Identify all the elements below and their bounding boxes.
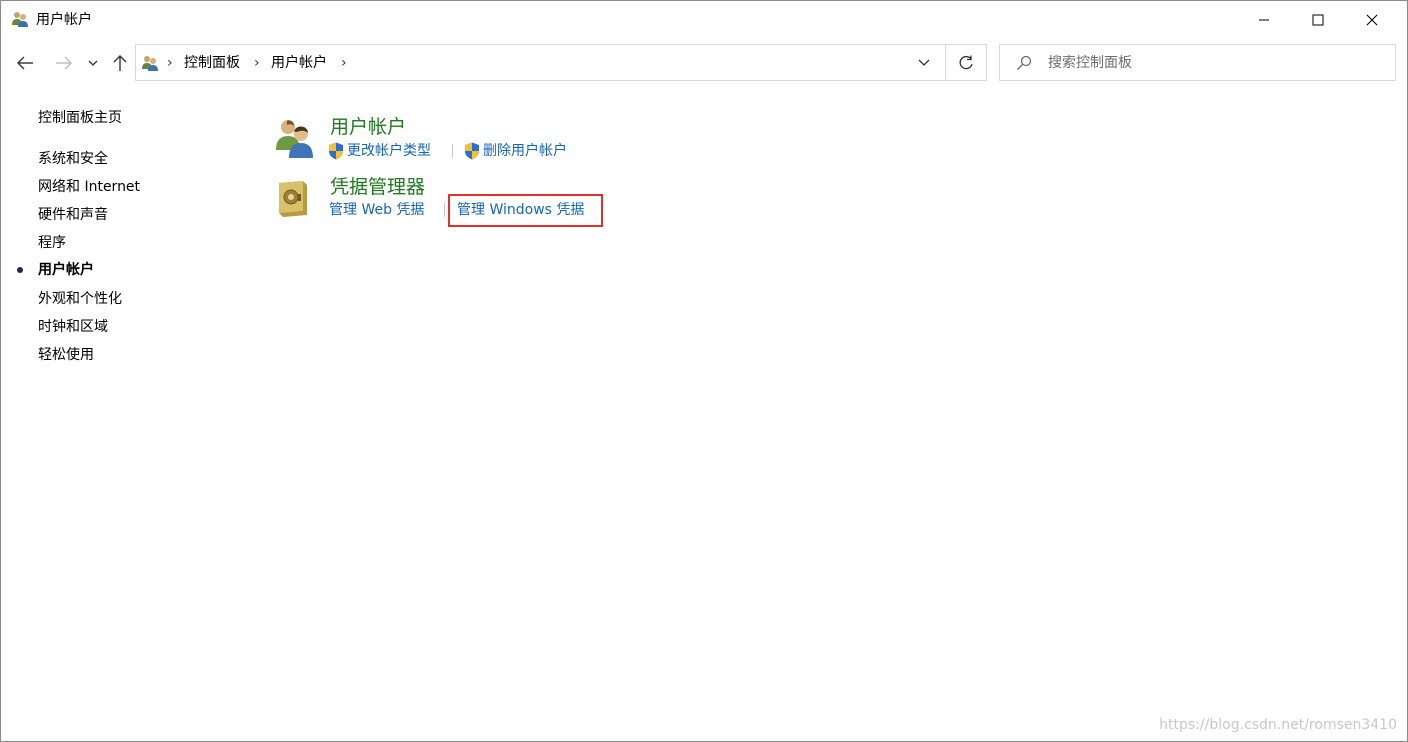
search-icon (1017, 55, 1032, 70)
up-button[interactable] (108, 51, 132, 75)
minimize-button[interactable] (1237, 1, 1291, 39)
task-separator (452, 144, 453, 158)
close-icon (1366, 14, 1378, 26)
breadcrumb-separator[interactable]: › (341, 54, 347, 72)
uac-shield-icon (465, 142, 479, 160)
breadcrumb-user-accounts[interactable]: 用户帐户 (271, 54, 327, 72)
category-title-credential-manager[interactable]: 凭据管理器 (330, 175, 425, 199)
up-arrow-icon (113, 55, 127, 71)
window-title: 用户帐户 (36, 12, 92, 28)
uac-shield-icon (329, 142, 343, 160)
task-label[interactable]: 删除用户帐户 (483, 142, 567, 160)
close-button[interactable] (1345, 1, 1399, 39)
active-item-bullet (17, 267, 23, 273)
chevron-down-icon (918, 59, 930, 66)
search-input[interactable] (1048, 51, 1378, 75)
recent-locations-button[interactable] (83, 51, 103, 75)
back-button[interactable] (13, 51, 37, 75)
refresh-icon (959, 55, 973, 69)
sidebar-item-programs[interactable]: 程序 (38, 233, 66, 253)
sidebar-home-link[interactable]: 控制面板主页 (38, 108, 122, 128)
credential-vault-icon[interactable] (273, 177, 317, 221)
forward-arrow-icon (56, 56, 72, 70)
sidebar-item-system-security[interactable]: 系统和安全 (38, 149, 108, 169)
title-bar: 用户帐户 (1, 1, 1407, 39)
chevron-down-icon (88, 60, 98, 66)
task-manage-web-credentials[interactable]: 管理 Web 凭据 (329, 201, 424, 219)
users-icon[interactable] (273, 116, 317, 160)
category-title-user-accounts[interactable]: 用户帐户 (330, 115, 406, 139)
maximize-button[interactable] (1291, 1, 1345, 39)
breadcrumb-separator[interactable]: › (167, 54, 173, 72)
users-icon (142, 56, 158, 71)
sidebar-item-appearance[interactable]: 外观和个性化 (38, 289, 122, 309)
sidebar-item-ease-of-access[interactable]: 轻松使用 (38, 345, 94, 365)
users-icon (12, 12, 28, 27)
sidebar-item-user-accounts[interactable]: 用户帐户 (38, 260, 94, 280)
task-separator (444, 203, 445, 217)
search-box[interactable] (999, 44, 1396, 81)
control-panel-window: 用户帐户 › 控制面板 › 用户帐户 › 搜索控制面板 控制面板主页 系统和安全… (0, 0, 1408, 742)
watermark-text: https://blog.csdn.net/romsen3410 (1159, 717, 1397, 733)
address-dropdown-button[interactable] (903, 45, 945, 80)
back-arrow-icon (17, 56, 33, 70)
minimize-icon (1259, 19, 1269, 21)
sidebar-item-network-internet[interactable]: 网络和 Internet (38, 177, 140, 197)
forward-button[interactable] (52, 51, 76, 75)
address-bar[interactable]: › 控制面板 › 用户帐户 › (135, 44, 946, 81)
refresh-button[interactable] (946, 44, 987, 81)
task-delete-user-account[interactable]: 删除用户帐户 (464, 142, 567, 160)
task-change-account-type[interactable]: 更改帐户类型 (328, 142, 431, 160)
maximize-icon (1312, 14, 1324, 26)
sidebar-item-hardware-sound[interactable]: 硬件和声音 (38, 205, 108, 225)
sidebar-item-clock-region[interactable]: 时钟和区域 (38, 317, 108, 337)
breadcrumb-control-panel[interactable]: 控制面板 (184, 54, 240, 72)
breadcrumb-separator[interactable]: › (254, 54, 260, 72)
annotation-highlight-box (448, 194, 603, 227)
task-label[interactable]: 管理 Web 凭据 (329, 201, 424, 219)
task-label[interactable]: 更改帐户类型 (347, 142, 431, 160)
